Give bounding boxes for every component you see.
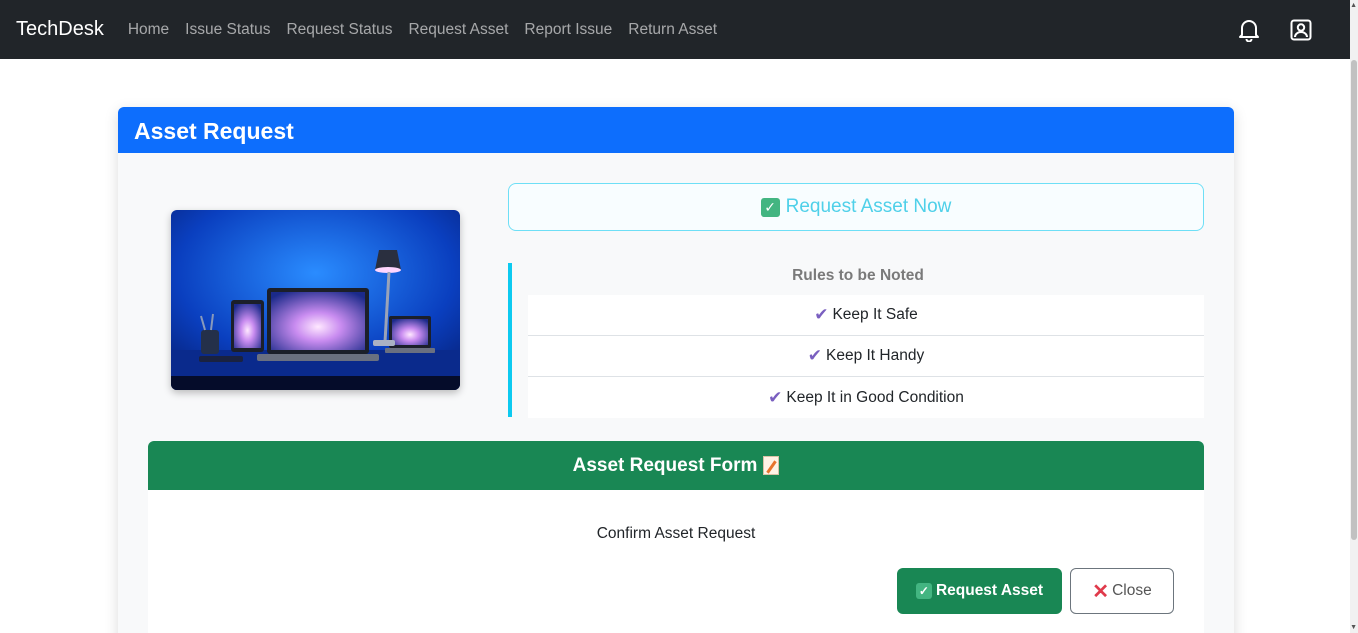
close-icon: ✕: [1092, 580, 1110, 603]
nav-link-home[interactable]: Home: [120, 21, 177, 39]
scrollbar[interactable]: ▲ ▼: [1350, 0, 1358, 633]
scroll-thumb[interactable]: [1351, 60, 1357, 540]
bell-icon[interactable]: [1236, 17, 1262, 43]
rules-panel: Rules to be Noted ✔ Keep It Safe ✔ Keep …: [508, 263, 1204, 418]
check-mark-icon: ✓: [915, 583, 932, 599]
nav-link-request-asset[interactable]: Request Asset: [400, 21, 516, 39]
user-profile-icon[interactable]: [1288, 17, 1314, 43]
request-asset-now-label: Request Asset Now: [785, 196, 952, 217]
rule-item: ✔ Keep It Handy: [528, 336, 1204, 377]
nav-link-report-issue[interactable]: Report Issue: [516, 21, 620, 39]
devices-image: [171, 210, 460, 390]
asset-request-form: Asset Request Form Confirm Asset Request…: [148, 441, 1204, 633]
nav-link-issue-status[interactable]: Issue Status: [177, 21, 278, 39]
request-asset-now-button[interactable]: ✓ Request Asset Now: [508, 183, 1204, 231]
rules-list: ✔ Keep It Safe ✔ Keep It Handy ✔ Keep It…: [528, 295, 1204, 418]
scroll-down-icon[interactable]: ▼: [1350, 624, 1357, 631]
form-title: Asset Request Form: [572, 454, 758, 476]
nav-link-return-asset[interactable]: Return Asset: [620, 21, 725, 39]
nav-actions: [1236, 17, 1314, 43]
rule-item: ✔ Keep It Safe: [528, 295, 1204, 336]
confirm-text: Confirm Asset Request: [596, 525, 756, 542]
rule-text: Keep It Handy: [826, 347, 925, 364]
form-header: Asset Request Form: [148, 441, 1204, 490]
rule-text: Keep It in Good Condition: [786, 388, 964, 406]
request-asset-label: Request Asset: [935, 582, 1044, 599]
navbar: TechDesk Home Issue Status Request Statu…: [0, 0, 1350, 59]
card-title: Asset Request: [118, 107, 1234, 153]
memo-icon: [763, 456, 780, 475]
asset-request-card: Asset Request ✓ Request Asset Now Rules …: [118, 107, 1234, 633]
check-icon: ✔: [807, 346, 822, 365]
request-asset-button[interactable]: ✓ Request Asset: [897, 568, 1062, 614]
close-button[interactable]: ✕ Close: [1070, 568, 1174, 614]
brand-logo[interactable]: TechDesk: [16, 18, 104, 41]
nav-link-request-status[interactable]: Request Status: [278, 21, 400, 39]
check-icon: ✔: [814, 305, 829, 324]
scroll-up-icon[interactable]: ▲: [1350, 2, 1357, 9]
rule-item: ✔ Keep It in Good Condition: [528, 377, 1204, 418]
rule-text: Keep It Safe: [832, 306, 918, 323]
close-label: Close: [1112, 582, 1152, 599]
rules-title: Rules to be Noted: [792, 267, 924, 284]
check-icon: ✔: [768, 387, 783, 407]
check-mark-icon: ✓: [760, 197, 780, 217]
